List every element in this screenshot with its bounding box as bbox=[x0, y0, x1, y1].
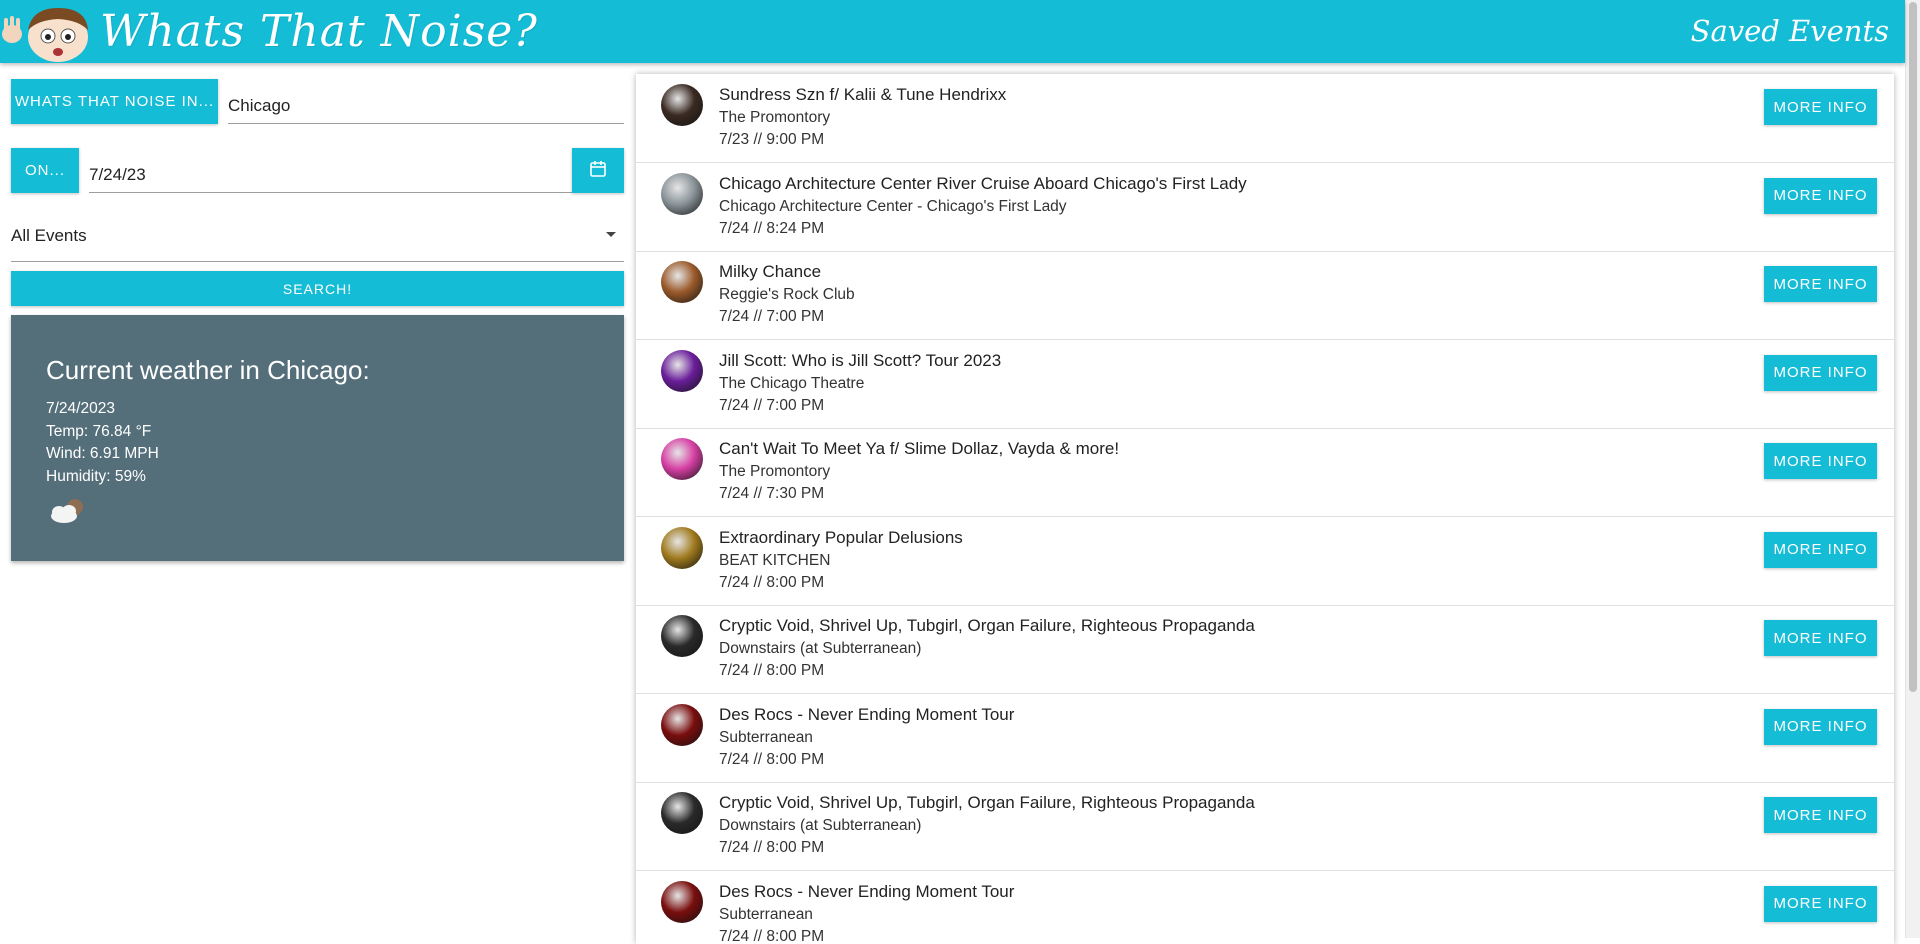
event-avatar bbox=[661, 704, 703, 746]
app-title: Whats That Noise? bbox=[100, 6, 538, 57]
events-list: Sundress Szn f/ Kalii & Tune Hendrixx Th… bbox=[636, 74, 1894, 944]
event-avatar bbox=[661, 350, 703, 392]
event-datetime: 7/23 // 9:00 PM bbox=[719, 131, 824, 149]
event-datetime: 7/24 // 7:00 PM bbox=[719, 308, 824, 326]
event-avatar bbox=[661, 527, 703, 569]
event-title: Des Rocs - Never Ending Moment Tour bbox=[719, 882, 1014, 902]
event-avatar bbox=[661, 615, 703, 657]
more-info-button[interactable]: More Info bbox=[1764, 178, 1877, 214]
weather-humidity: Humidity: 59% bbox=[46, 466, 624, 489]
event-datetime: 7/24 // 8:00 PM bbox=[719, 662, 824, 680]
event-venue: Downstairs (at Subterranean) bbox=[719, 817, 921, 835]
event-avatar bbox=[661, 84, 703, 126]
event-venue: Subterranean bbox=[719, 906, 813, 924]
event-list-item: Milky Chance Reggie's Rock Club 7/24 // … bbox=[636, 251, 1894, 340]
category-select[interactable]: All Events bbox=[11, 217, 624, 262]
event-venue: Chicago Architecture Center - Chicago's … bbox=[719, 198, 1067, 216]
app-header: Whats That Noise? Saved Events bbox=[0, 0, 1905, 63]
more-info-button[interactable]: More Info bbox=[1764, 443, 1877, 479]
event-venue: The Chicago Theatre bbox=[719, 375, 864, 393]
more-info-button[interactable]: More Info bbox=[1764, 886, 1877, 922]
event-datetime: 7/24 // 7:30 PM bbox=[719, 485, 824, 503]
event-datetime: 7/24 // 8:00 PM bbox=[719, 751, 824, 769]
event-venue: The Promontory bbox=[719, 463, 830, 481]
calendar-icon bbox=[589, 160, 607, 178]
more-info-button[interactable]: More Info bbox=[1764, 532, 1877, 568]
saved-events-link[interactable]: Saved Events bbox=[1691, 14, 1889, 48]
event-venue: The Promontory bbox=[719, 109, 830, 127]
event-avatar bbox=[661, 261, 703, 303]
more-info-button[interactable]: More Info bbox=[1764, 797, 1877, 833]
event-title: Chicago Architecture Center River Cruise… bbox=[719, 174, 1247, 194]
event-avatar bbox=[661, 792, 703, 834]
event-list-item: Cryptic Void, Shrivel Up, Tubgirl, Organ… bbox=[636, 782, 1894, 871]
location-button[interactable]: Whats That Noise In... bbox=[11, 79, 218, 124]
event-list-item: Cryptic Void, Shrivel Up, Tubgirl, Organ… bbox=[636, 605, 1894, 694]
event-datetime: 7/24 // 8:00 PM bbox=[719, 839, 824, 857]
event-avatar bbox=[661, 438, 703, 480]
weather-date: 7/24/2023 bbox=[46, 398, 624, 421]
event-title: Des Rocs - Never Ending Moment Tour bbox=[719, 705, 1014, 725]
event-title: Milky Chance bbox=[719, 262, 821, 282]
event-title: Cryptic Void, Shrivel Up, Tubgirl, Organ… bbox=[719, 793, 1255, 813]
location-input[interactable] bbox=[228, 93, 624, 124]
event-venue: BEAT KITCHEN bbox=[719, 552, 830, 570]
event-venue: Downstairs (at Subterranean) bbox=[719, 640, 921, 658]
event-title: Can't Wait To Meet Ya f/ Slime Dollaz, V… bbox=[719, 439, 1119, 459]
event-list-item: Des Rocs - Never Ending Moment Tour Subt… bbox=[636, 694, 1894, 783]
weather-heading: Current weather in Chicago: bbox=[46, 355, 624, 386]
event-venue: Subterranean bbox=[719, 729, 813, 747]
event-venue: Reggie's Rock Club bbox=[719, 286, 855, 304]
event-datetime: 7/24 // 8:00 PM bbox=[719, 574, 824, 592]
event-list-item: Jill Scott: Who is Jill Scott? Tour 2023… bbox=[636, 340, 1894, 429]
event-list-item: Des Rocs - Never Ending Moment Tour Subt… bbox=[636, 871, 1894, 944]
category-value: All Events bbox=[11, 226, 87, 246]
event-datetime: 7/24 // 8:24 PM bbox=[719, 220, 824, 238]
search-button[interactable]: Search! bbox=[11, 271, 624, 306]
page-scrollbar[interactable] bbox=[1905, 0, 1920, 938]
location-row: Whats That Noise In... bbox=[11, 79, 624, 124]
weather-temp: Temp: 76.84 °F bbox=[46, 421, 624, 444]
scrollbar-thumb[interactable] bbox=[1909, 2, 1917, 692]
event-title: Sundress Szn f/ Kalii & Tune Hendrixx bbox=[719, 85, 1006, 105]
calendar-button[interactable] bbox=[572, 148, 624, 193]
date-button[interactable]: On... bbox=[11, 148, 79, 193]
date-row: On... bbox=[11, 148, 624, 193]
more-info-button[interactable]: More Info bbox=[1764, 355, 1877, 391]
date-input[interactable] bbox=[89, 162, 573, 193]
event-title: Cryptic Void, Shrivel Up, Tubgirl, Organ… bbox=[719, 616, 1255, 636]
weather-wind: Wind: 6.91 MPH bbox=[46, 443, 624, 466]
event-title: Jill Scott: Who is Jill Scott? Tour 2023 bbox=[719, 351, 1001, 371]
event-list-item: Can't Wait To Meet Ya f/ Slime Dollaz, V… bbox=[636, 428, 1894, 517]
more-info-button[interactable]: More Info bbox=[1764, 620, 1877, 656]
event-list-item: Chicago Architecture Center River Cruise… bbox=[636, 163, 1894, 252]
event-avatar bbox=[661, 881, 703, 923]
event-list-item: Extraordinary Popular Delusions BEAT KIT… bbox=[636, 517, 1894, 606]
more-info-button[interactable]: More Info bbox=[1764, 709, 1877, 745]
event-list-item: Sundress Szn f/ Kalii & Tune Hendrixx Th… bbox=[636, 74, 1894, 163]
partly-cloudy-icon bbox=[46, 496, 90, 526]
more-info-button[interactable]: More Info bbox=[1764, 89, 1877, 125]
logo-face-icon bbox=[2, 4, 94, 62]
event-datetime: 7/24 // 8:00 PM bbox=[719, 928, 824, 944]
more-info-button[interactable]: More Info bbox=[1764, 266, 1877, 302]
event-datetime: 7/24 // 7:00 PM bbox=[719, 397, 824, 415]
event-title: Extraordinary Popular Delusions bbox=[719, 528, 963, 548]
event-avatar bbox=[661, 173, 703, 215]
chevron-down-icon bbox=[606, 232, 616, 237]
weather-card: Current weather in Chicago: 7/24/2023 Te… bbox=[11, 315, 624, 561]
